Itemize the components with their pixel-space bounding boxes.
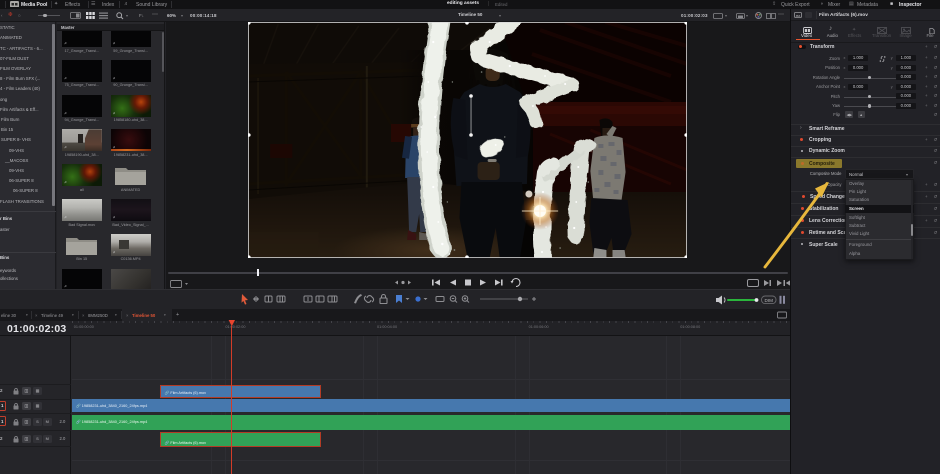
svg-text:DIM: DIM [765,298,774,303]
